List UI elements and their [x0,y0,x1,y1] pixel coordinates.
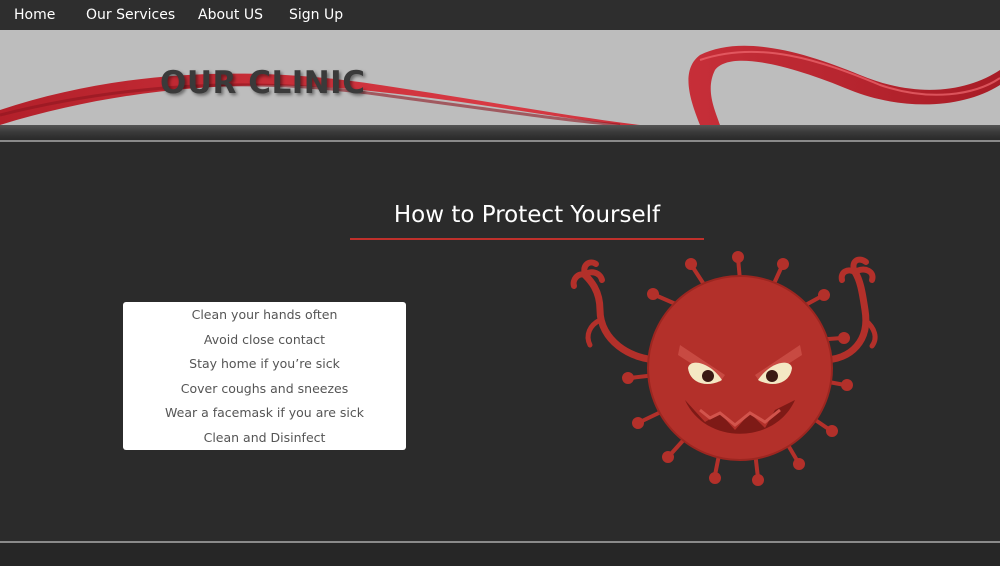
tip-item: Clean and Disinfect [203,430,326,445]
nav-about-us[interactable]: About US [198,7,263,23]
nav-sign-up[interactable]: Sign Up [289,7,343,23]
tip-item: Cover coughs and sneezes [180,381,349,396]
tip-item: Clean your hands often [191,307,338,322]
section-divider [0,140,1000,142]
virus-illustration [570,251,878,486]
navbar: Home Our Services About US Sign Up [0,0,1000,31]
nav-home[interactable]: Home [14,7,55,23]
header-banner: OUR CLINIC [0,30,1000,125]
nav-our-services[interactable]: Our Services [86,7,175,23]
footer [0,543,1000,566]
tips-list: Clean your hands often Avoid close conta… [123,302,406,450]
tip-item: Wear a facemask if you are sick [165,405,364,420]
clinic-title: OUR CLINIC [160,65,366,101]
red-ribbon-decoration [0,45,1000,125]
protect-heading: How to Protect Yourself [393,202,661,228]
tip-item: Stay home if you’re sick [189,356,340,371]
heading-underline [350,238,704,240]
tip-item: Avoid close contact [203,332,326,347]
banner-shadow [0,125,1000,139]
